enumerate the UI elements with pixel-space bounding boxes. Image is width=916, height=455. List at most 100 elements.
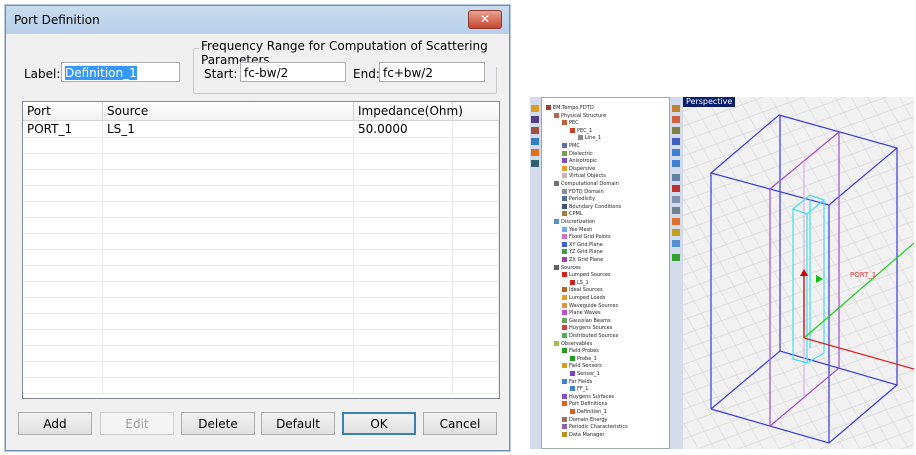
toolbar-icon[interactable]: [531, 105, 539, 112]
tree-item[interactable]: Data Manager: [562, 431, 604, 439]
table-row[interactable]: [23, 329, 499, 346]
table-row[interactable]: [23, 361, 499, 378]
tree-item-label: Fixed Grid Points: [569, 234, 611, 241]
table-row[interactable]: [23, 169, 499, 186]
table-row[interactable]: [23, 201, 499, 218]
end-caption: End:: [353, 67, 380, 81]
port-arrow-icon: [816, 275, 823, 283]
table-cell: 50.0000: [354, 121, 453, 137]
toolbar-icon[interactable]: [531, 127, 539, 134]
table-cell: [23, 329, 103, 345]
table-row[interactable]: [23, 281, 499, 298]
table-cell: [354, 217, 453, 233]
tree-item-label: Physical Structure: [561, 112, 607, 119]
3d-viewport[interactable]: PORT_1 Perspective: [683, 97, 914, 449]
default-button[interactable]: Default: [261, 412, 335, 435]
tree-item-label: Yee Mesh: [569, 226, 593, 233]
table-row[interactable]: [23, 345, 499, 362]
toolbar-icon[interactable]: [672, 229, 680, 236]
toolbar-icon[interactable]: [672, 218, 680, 225]
label-input[interactable]: Definition_1: [61, 62, 180, 82]
table-cell: [23, 233, 103, 249]
tree-node-icon: [562, 249, 567, 255]
table-row[interactable]: [23, 153, 499, 170]
table-row[interactable]: [23, 297, 499, 314]
tree-item-label: Sources: [561, 264, 581, 271]
toolbar-icon[interactable]: [672, 207, 680, 214]
close-button[interactable]: ✕: [468, 10, 502, 29]
toolbar-icon[interactable]: [672, 174, 680, 181]
tree-node-icon: [562, 287, 567, 293]
column-header-port[interactable]: Port: [23, 102, 103, 120]
tree-node-icon: [562, 393, 567, 399]
toolbar-icon[interactable]: [531, 138, 539, 145]
tree-item-label: Lumped Loads: [569, 295, 606, 301]
table-cell: [23, 217, 103, 233]
tree-item-label: Anisotropic: [569, 158, 597, 165]
tree-node-icon: [562, 363, 567, 369]
table-cell: [23, 281, 103, 297]
toolbar-icon[interactable]: [672, 254, 680, 261]
table-cell: [103, 201, 354, 217]
toolbar-icon[interactable]: [672, 185, 680, 192]
tree-node-icon: [562, 211, 567, 217]
toolbar-icon[interactable]: [672, 138, 680, 145]
column-header-impedance[interactable]: Impedance(Ohm): [354, 102, 463, 120]
tree-node-icon: [562, 234, 567, 240]
toolbar-icon[interactable]: [672, 116, 680, 123]
tree-node-icon: [562, 302, 567, 308]
title-bar[interactable]: Port Definition ✕: [6, 6, 509, 34]
tree-item-label: Sensor_1: [577, 371, 600, 377]
toolbar-icon[interactable]: [672, 160, 680, 167]
tree-item-label: Far Fields: [569, 378, 593, 385]
toolbar-icon[interactable]: [531, 116, 539, 123]
end-input[interactable]: fc+bw/2: [379, 62, 485, 82]
toolbar-icon[interactable]: [672, 196, 680, 203]
tree-node-icon: [570, 355, 575, 361]
table-row[interactable]: [23, 313, 499, 330]
table-cell: [103, 137, 354, 153]
table-row[interactable]: [23, 217, 499, 234]
toolbar-icon[interactable]: [531, 149, 539, 156]
toolbar-icon[interactable]: [531, 160, 539, 167]
table-cell: [23, 137, 103, 153]
tree-node-icon: [562, 257, 567, 262]
table-row[interactable]: [23, 137, 499, 154]
tree-item-label: Computational Domain: [561, 181, 619, 187]
table-cell: [354, 345, 453, 361]
table-cell: [23, 153, 103, 169]
table-row[interactable]: [23, 377, 499, 394]
table-cell: [23, 345, 103, 361]
add-button[interactable]: Add: [18, 412, 92, 435]
tree-node-icon: [570, 371, 575, 376]
tree-item[interactable]: Line_1: [578, 134, 601, 142]
edit-button[interactable]: Edit: [100, 412, 174, 435]
toolbar-icon[interactable]: [672, 105, 680, 112]
table-row[interactable]: [23, 249, 499, 266]
table-cell: [453, 201, 499, 217]
delete-button[interactable]: Delete: [181, 412, 255, 435]
tree-item-label: Definition_1: [577, 409, 607, 415]
tree-node-icon: [554, 340, 559, 346]
em-tempo-app: EM.Tempo FDTD Physical Structure PEC PEC_1 L…: [530, 97, 914, 449]
tree-item-label: Periodic Characteristics: [569, 424, 628, 431]
toolbar-icon[interactable]: [672, 240, 680, 247]
table-row[interactable]: [23, 185, 499, 202]
tree-node-icon: [570, 386, 575, 392]
column-header-source[interactable]: Source: [103, 102, 354, 120]
tree-node-icon: [562, 401, 567, 407]
ok-button[interactable]: OK: [342, 412, 416, 435]
table-row[interactable]: [23, 265, 499, 282]
cancel-button[interactable]: Cancel: [423, 412, 497, 435]
toolbar-icon[interactable]: [672, 127, 680, 134]
tree-item-label: Huygens Surfaces: [569, 393, 615, 400]
table-cell: [103, 377, 354, 393]
toolbar-icon[interactable]: [672, 149, 680, 156]
table-row[interactable]: [23, 233, 499, 250]
table-row[interactable]: PORT_1 LS_1 50.0000: [23, 121, 499, 138]
start-input[interactable]: fc-bw/2: [240, 62, 346, 82]
tree-node-icon: [578, 135, 583, 141]
table-cell: [453, 153, 499, 169]
tree-node-icon: [546, 105, 551, 110]
table-cell: [354, 153, 453, 169]
